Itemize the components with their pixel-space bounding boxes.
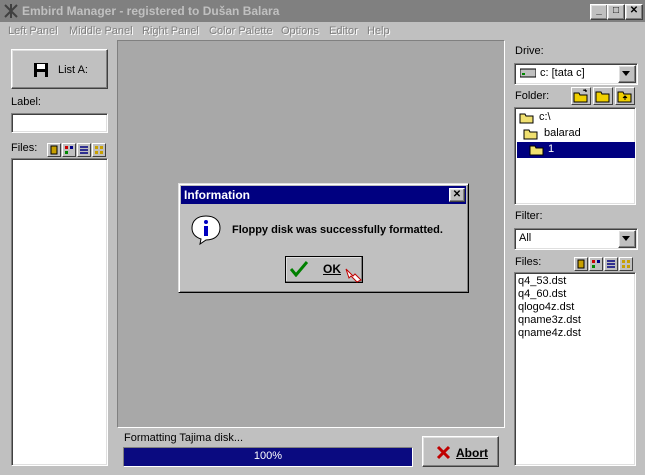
open-folder-icon [519,113,534,124]
dialog-title: Information [184,188,250,202]
label-input[interactable] [11,113,108,133]
abort-label: Abort [456,446,488,460]
view-small-icons-icon[interactable] [589,257,603,271]
info-icon [191,215,221,246]
drive-value: c: [tata c] [540,67,585,79]
menu-right-panel[interactable]: Right Panel [142,25,199,37]
parent-folder-icon[interactable] [615,87,635,105]
filter-value: All [519,232,532,244]
menu-bar: Left Panel Middle Panel Right Panel Colo… [0,22,645,40]
new-folder-icon[interactable] [571,87,591,105]
right-files-list[interactable]: q4_53.dst q4_60.dst qlogo4z.dst qname3z.… [514,272,636,466]
view-details-icon[interactable] [619,257,633,271]
hard-drive-icon [520,68,536,78]
view-list-icon[interactable] [604,257,618,271]
floppy-disk-icon [34,63,48,77]
file-item[interactable]: qname4z.dst [518,327,581,339]
maximize-button[interactable]: □ [607,4,625,20]
pointer-hand-icon [345,268,362,283]
folder-item-root[interactable]: c:\ [517,110,635,126]
abort-x-icon [436,445,451,460]
filter-caption: Filter: [515,210,543,222]
dialog-title-bar[interactable]: Information ✕ [181,186,466,204]
filter-dropdown-arrow[interactable] [618,230,636,248]
ok-button[interactable]: OK [285,256,363,283]
file-item[interactable]: q4_53.dst [518,275,566,287]
open-folder-icon[interactable] [593,87,613,105]
file-item[interactable]: q4_60.dst [518,288,566,300]
right-files-caption: Files: [515,256,542,268]
menu-help[interactable]: Help [367,25,390,37]
open-folder-icon [529,145,544,156]
dialog-close-button[interactable]: ✕ [449,188,465,202]
dialog-message: Floppy disk was successfully formatted. [232,224,443,236]
view-list-icon[interactable] [77,143,91,157]
file-item[interactable]: qname3z.dst [518,314,581,326]
folder-caption: Folder: [515,90,550,102]
menu-editor[interactable]: Editor [329,25,358,37]
drive-select[interactable]: c: [tata c] [514,63,638,85]
menu-left-panel[interactable]: Left Panel [8,25,58,37]
folder-item-balarad[interactable]: balarad [517,126,635,142]
app-icon [4,4,18,18]
view-large-icons-icon[interactable] [574,257,588,271]
file-item[interactable]: qlogo4z.dst [518,301,574,313]
check-icon [290,261,308,277]
ok-label: OK [323,262,341,276]
menu-options[interactable]: Options [281,25,319,37]
list-a-button[interactable]: List A: [11,49,108,89]
close-button[interactable]: ✕ [625,4,643,20]
open-folder-icon [523,129,538,140]
folder-item-1[interactable]: 1 [517,142,635,158]
folder-tree[interactable]: c:\ balarad 1 [514,107,636,205]
progress-bar-fill: 100% [124,448,412,466]
view-large-icons-icon[interactable] [47,143,61,157]
label-caption: Label: [11,96,41,108]
title-bar[interactable]: Embird Manager - registered to Dušan Bal… [0,0,645,22]
filter-select[interactable]: All [514,228,638,250]
drive-dropdown-arrow[interactable] [618,65,636,83]
status-message: Formatting Tajima disk... [124,432,244,444]
list-a-label: List A: [58,64,88,76]
menu-color-palette[interactable]: Color Palette [209,25,273,37]
abort-button[interactable]: Abort [422,436,499,467]
drive-caption: Drive: [515,45,544,57]
left-files-list[interactable] [11,158,108,466]
minimize-button[interactable]: _ [590,4,608,20]
view-small-icons-icon[interactable] [62,143,76,157]
information-dialog: Information ✕ Floppy disk was successful… [178,183,469,293]
menu-middle-panel[interactable]: Middle Panel [69,25,133,37]
left-files-caption: Files: [11,142,38,154]
window-title: Embird Manager - registered to Dušan Bal… [22,4,280,18]
view-details-icon[interactable] [92,143,106,157]
